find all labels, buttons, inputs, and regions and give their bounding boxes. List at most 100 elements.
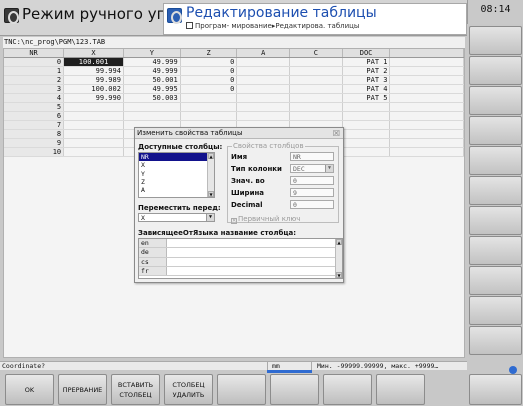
right-softkey[interactable]	[469, 26, 522, 55]
list-item[interactable]: X	[139, 161, 214, 169]
cell-c[interactable]	[289, 111, 343, 121]
cell-y[interactable]	[123, 102, 181, 112]
table-row[interactable]: 0 100.001 49.999 0 PAT 1	[4, 57, 464, 67]
cell-nr[interactable]: 1	[4, 66, 65, 76]
column-header-z[interactable]: Z	[180, 49, 238, 58]
cell-nr[interactable]: 9	[4, 138, 65, 148]
cell-x[interactable]	[63, 111, 124, 121]
cell-z[interactable]	[180, 93, 238, 103]
ok-softkey[interactable]: OK	[5, 374, 54, 405]
cell-doc[interactable]	[342, 138, 391, 148]
cell-y[interactable]: 50.003	[123, 93, 181, 103]
list-scrollbar[interactable]: ▲ ▼	[207, 153, 214, 197]
table-row[interactable]: fr	[139, 266, 342, 277]
table-row[interactable]: 4 99.990 50.003 PAT 5	[4, 93, 464, 103]
input-prompt[interactable]: Coordinate?	[2, 362, 45, 370]
column-header-nr[interactable]: NR	[4, 49, 65, 58]
right-softkey[interactable]	[469, 266, 522, 295]
language-name-field[interactable]	[168, 239, 334, 247]
cell-z[interactable]: 0	[180, 84, 238, 94]
move-before-select[interactable]: X ▼	[138, 213, 215, 222]
table-row[interactable]: 6	[4, 111, 464, 121]
delete-column-softkey[interactable]: СТОЛБЕЦ УДАЛИТЬ	[164, 374, 213, 405]
cell-a[interactable]	[236, 93, 291, 103]
cell-x[interactable]	[63, 138, 124, 148]
circle-icon[interactable]	[509, 366, 517, 374]
column-header-c[interactable]: C	[289, 49, 343, 58]
list-item[interactable]: A	[139, 186, 214, 194]
cell-y[interactable]: 49.999	[123, 57, 181, 67]
cell-c[interactable]	[289, 75, 343, 85]
empty-softkey[interactable]	[217, 374, 266, 405]
cell-c[interactable]	[289, 84, 343, 94]
column-header-x[interactable]: X	[63, 49, 124, 58]
cell-z[interactable]	[180, 111, 238, 121]
right-softkey[interactable]	[469, 56, 522, 85]
programming-mode-area[interactable]: Редактирование таблицы Програм- мировани…	[163, 3, 467, 35]
table-row[interactable]: de	[139, 248, 342, 258]
cell-a[interactable]	[236, 111, 291, 121]
cell-doc[interactable]: PAT 4	[342, 84, 391, 94]
cell-nr[interactable]: 0	[4, 57, 65, 67]
cell-x[interactable]: 99.990	[63, 93, 124, 103]
width-field[interactable]: 9	[290, 188, 334, 197]
cell-nr[interactable]: 4	[4, 93, 65, 103]
scroll-up-icon[interactable]: ▲	[208, 153, 214, 159]
language-names-table[interactable]: en de cs fr ▲ ▼	[138, 238, 343, 279]
cell-doc[interactable]: PAT 2	[342, 66, 391, 76]
scroll-down-icon[interactable]: ▼	[208, 191, 214, 197]
lang-scrollbar[interactable]: ▲ ▼	[335, 239, 342, 278]
cell-doc[interactable]	[342, 120, 391, 130]
table-row[interactable]: cs	[139, 257, 342, 267]
cell-doc[interactable]	[342, 147, 391, 157]
cell-x[interactable]	[63, 129, 124, 139]
list-item[interactable]: Z	[139, 178, 214, 186]
cell-y[interactable]: 49.999	[123, 66, 181, 76]
cell-doc[interactable]	[342, 111, 391, 121]
cell-z[interactable]	[180, 102, 238, 112]
empty-softkey[interactable]	[376, 374, 425, 405]
cell-z[interactable]: 0	[180, 57, 238, 67]
cell-y[interactable]: 50.001	[123, 75, 181, 85]
chevron-down-icon[interactable]: ▼	[325, 165, 333, 172]
cell-nr[interactable]: 3	[4, 84, 65, 94]
name-field[interactable]: NR	[290, 152, 334, 161]
empty-softkey[interactable]	[323, 374, 372, 405]
cell-a[interactable]	[236, 102, 291, 112]
cancel-softkey[interactable]: ПРЕРВАНИЕ	[58, 374, 107, 405]
cell-nr[interactable]: 6	[4, 111, 65, 121]
cell-y[interactable]: 49.995	[123, 84, 181, 94]
cell-a[interactable]	[236, 57, 291, 67]
language-name-field[interactable]	[168, 267, 334, 275]
default-value-field[interactable]: 0	[290, 176, 334, 185]
table-row[interactable]: en	[139, 239, 342, 249]
scroll-up-icon[interactable]: ▲	[336, 239, 342, 245]
cell-nr[interactable]: 2	[4, 75, 65, 85]
cell-nr[interactable]: 10	[4, 147, 65, 157]
cell-nr[interactable]: 8	[4, 129, 65, 139]
empty-softkey[interactable]	[469, 374, 522, 405]
cell-c[interactable]	[289, 57, 343, 67]
cell-z[interactable]: 0	[180, 75, 238, 85]
table-row[interactable]: 5	[4, 102, 464, 112]
table-row[interactable]: 3 100.002 49.995 0 PAT 4	[4, 84, 464, 94]
cell-c[interactable]	[289, 93, 343, 103]
table-row[interactable]: 2 99.989 50.001 0 PAT 3	[4, 75, 464, 85]
close-icon[interactable]: ☒	[333, 128, 340, 139]
table-row[interactable]: 1 99.994 49.999 0 PAT 2	[4, 66, 464, 76]
cell-x[interactable]	[63, 147, 124, 157]
cell-doc[interactable]	[342, 102, 391, 112]
cell-a[interactable]	[236, 84, 291, 94]
list-item[interactable]: Y	[139, 170, 214, 178]
cell-nr[interactable]: 5	[4, 102, 65, 112]
cell-doc[interactable]: PAT 5	[342, 93, 391, 103]
chevron-down-icon[interactable]: ▼	[206, 214, 214, 221]
decimal-field[interactable]: 0	[290, 200, 334, 209]
right-softkey[interactable]	[469, 176, 522, 205]
language-name-field[interactable]	[168, 258, 334, 266]
cell-y[interactable]	[123, 111, 181, 121]
cell-nr[interactable]: 7	[4, 120, 65, 130]
cell-doc[interactable]: PAT 1	[342, 57, 391, 67]
column-header-doc[interactable]: DOC	[342, 49, 391, 58]
cell-c[interactable]	[289, 66, 343, 76]
